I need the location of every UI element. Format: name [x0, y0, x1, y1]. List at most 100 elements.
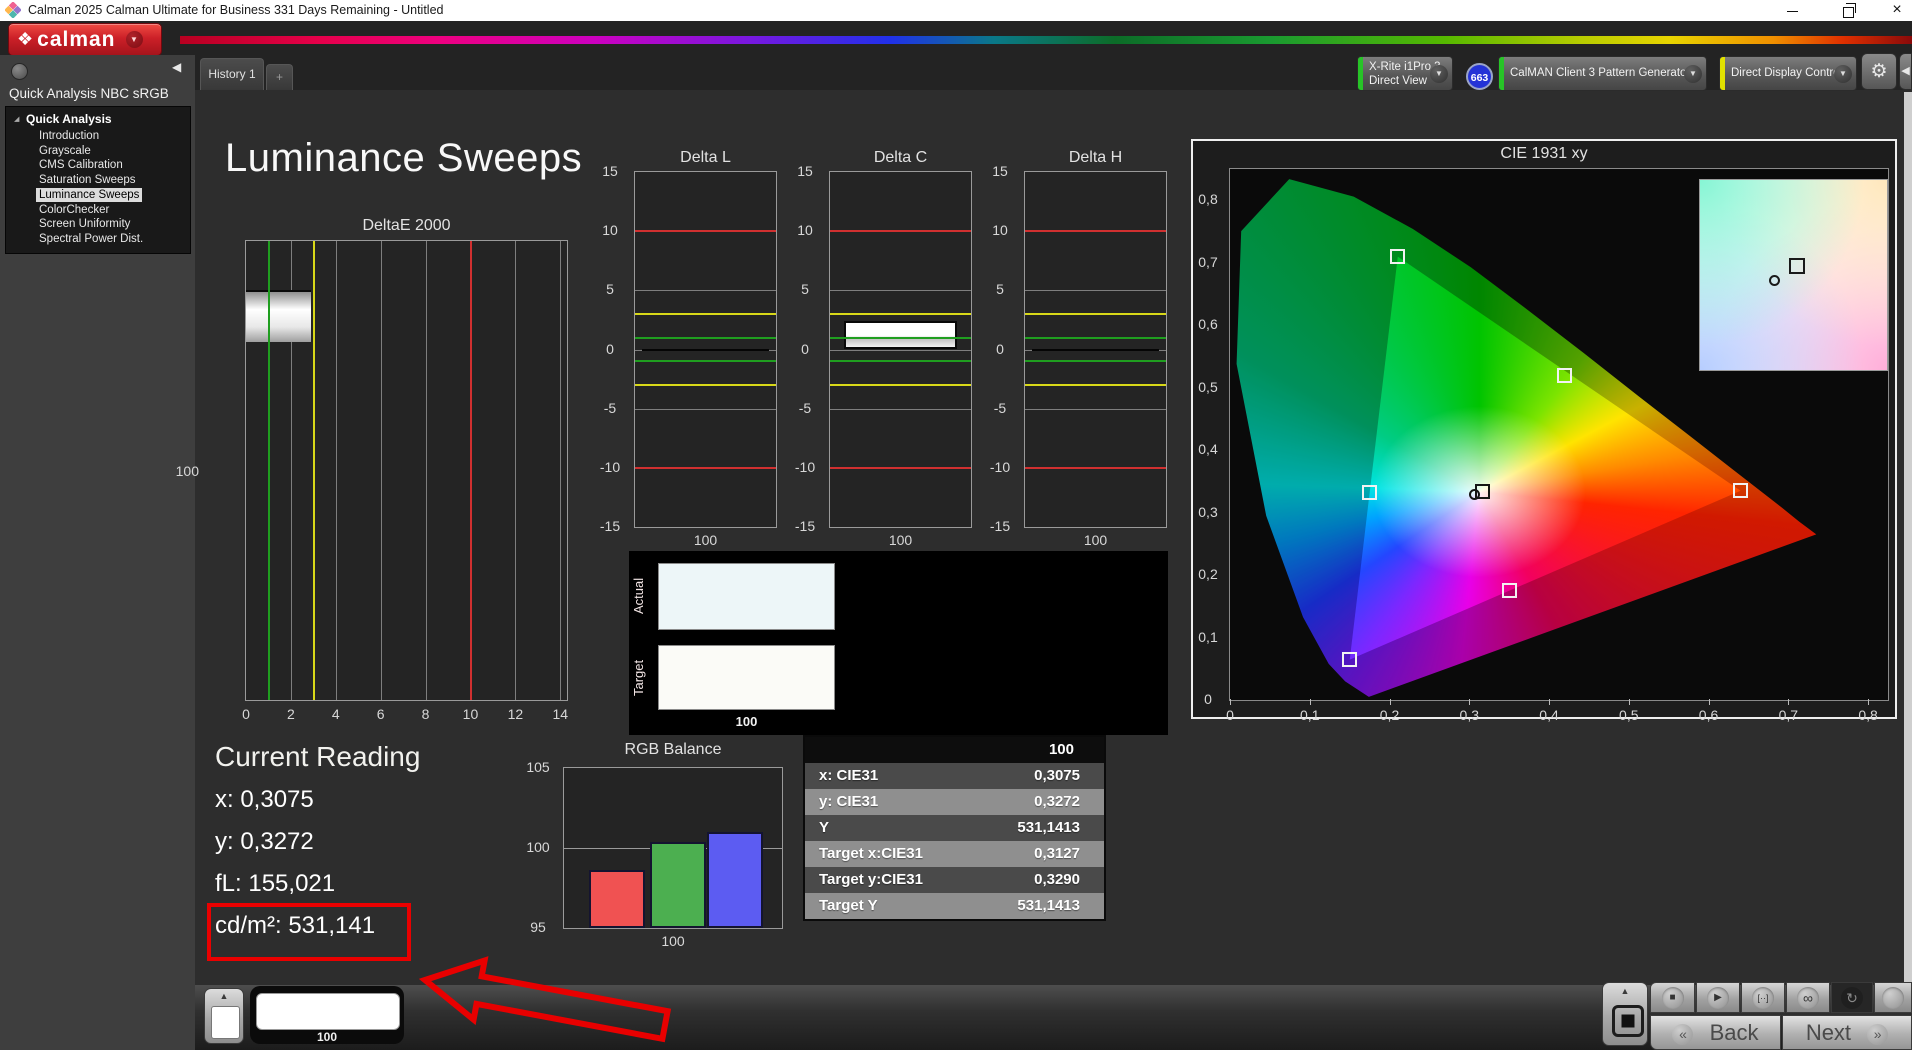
- reference-line: [830, 384, 971, 386]
- stop-button[interactable]: ■: [1650, 982, 1695, 1013]
- grid-line: [830, 290, 971, 291]
- refresh-icon: ↻: [1841, 987, 1863, 1009]
- tree-item-introduction[interactable]: Introduction: [36, 129, 102, 143]
- grid-line: [1025, 290, 1166, 291]
- deltae-chart-title: DeltaE 2000: [245, 217, 568, 235]
- current-reading-heading: Current Reading: [215, 741, 420, 773]
- tree-item-cms-calibration[interactable]: CMS Calibration: [36, 158, 126, 172]
- pattern-popup-button[interactable]: ▲: [204, 988, 244, 1044]
- tree-item-saturation-sweeps[interactable]: Saturation Sweeps: [36, 173, 139, 187]
- title-bar: Calman 2025 Calman Ultimate for Business…: [0, 0, 1912, 21]
- axis-tick-label: 0,3: [1453, 707, 1485, 723]
- pattern-preview-swatch: [211, 1006, 240, 1039]
- axis-tick-label: 0,4: [1192, 441, 1224, 457]
- restore-button[interactable]: [1828, 0, 1868, 21]
- next-button[interactable]: Next »: [1782, 1015, 1912, 1050]
- grid-line: [635, 290, 776, 291]
- close-button[interactable]: ×: [1877, 0, 1912, 21]
- table-row-value: 531,1413: [1017, 815, 1104, 841]
- reading-x: x: 0,3075: [215, 786, 314, 814]
- axis-tick-label: 0: [981, 341, 1019, 357]
- axis-tick-label: 0: [591, 341, 629, 357]
- cie-whitepoint-inset: [1699, 179, 1888, 371]
- blank-icon: [1882, 987, 1904, 1009]
- calman-menu-button[interactable]: ❖ calman ▼: [8, 23, 162, 56]
- axis-tick-label: 5: [786, 281, 824, 297]
- refresh-button[interactable]: ↻: [1831, 982, 1873, 1013]
- delta-c-chart: 151050-5-10-15: [829, 171, 972, 528]
- back-button[interactable]: « Back: [1650, 1015, 1781, 1050]
- page-title: Luminance Sweeps: [225, 136, 582, 181]
- play-button[interactable]: ▶: [1696, 982, 1740, 1013]
- axis-tick-label: 0,7: [1192, 254, 1224, 270]
- sidebar-collapse-button[interactable]: ◀: [172, 60, 181, 74]
- table-row: Y531,1413: [805, 815, 1104, 841]
- sidebar-dot-button[interactable]: [11, 63, 28, 80]
- extra-button[interactable]: [1874, 982, 1912, 1013]
- display-control-dropdown[interactable]: Direct Display Control ▼: [1719, 56, 1857, 91]
- chevron-down-icon: ▼: [126, 31, 143, 48]
- tree-item-colorchecker[interactable]: ColorChecker: [36, 203, 112, 217]
- settings-button[interactable]: ⚙: [1861, 53, 1897, 90]
- minimize-button[interactable]: [1772, 0, 1812, 21]
- display-status-bar: [1720, 57, 1725, 90]
- tick-mark: [1549, 699, 1550, 705]
- calman-logo-icon: ❖: [17, 29, 33, 50]
- tree-item-luminance-sweeps[interactable]: Luminance Sweeps: [36, 188, 142, 202]
- rgb-balance-xlabel: 100: [563, 933, 783, 949]
- cie-marker-square: [1733, 483, 1748, 498]
- deltae-chart: 02468101214: [245, 240, 568, 701]
- axis-tick-label: 95: [518, 919, 558, 935]
- tree-root-label[interactable]: Quick Analysis: [26, 112, 112, 126]
- collapse-panel-button[interactable]: ◀: [1899, 53, 1912, 90]
- table-row-label: Target Y: [805, 893, 878, 919]
- add-tab-button[interactable]: +: [266, 64, 293, 90]
- rainbow-accent-bar: [180, 36, 1912, 44]
- instrument-dropdown[interactable]: X-Rite i1Pro 3 Direct View ▼: [1357, 56, 1453, 91]
- tab-history-label: History 1: [208, 67, 255, 81]
- axis-tick-label: 0,8: [1852, 707, 1884, 723]
- cie-chart-title: CIE 1931 xy: [1193, 145, 1895, 163]
- axis-tick-label: -15: [786, 518, 824, 534]
- delta-zero-bar: [1032, 349, 1159, 351]
- axis-tick-label: -5: [981, 400, 1019, 416]
- delta-h-title: Delta H: [1024, 149, 1167, 167]
- cie-chart: 00,10,20,30,40,50,60,70,800,10,20,30,40,…: [1229, 168, 1889, 701]
- pattern-window-button[interactable]: ▲: [1602, 982, 1648, 1046]
- right-panel-handle[interactable]: [1904, 92, 1912, 985]
- instrument-mode: Direct View: [1369, 75, 1427, 88]
- pattern-generator-dropdown[interactable]: CalMAN Client 3 Pattern Generator ▼: [1498, 56, 1707, 91]
- actual-color-swatch: [658, 563, 835, 630]
- inset-marker-circle: [1769, 275, 1780, 286]
- reference-line: [1025, 337, 1166, 339]
- tree-item-grayscale[interactable]: Grayscale: [36, 144, 94, 158]
- table-row-label: x: CIE31: [805, 763, 878, 789]
- reading-fl: fL: 155,021: [215, 870, 335, 898]
- tree-expander-icon[interactable]: ◢: [14, 115, 19, 123]
- pattern-range-button[interactable]: [··]: [1741, 982, 1785, 1013]
- target-color-swatch: [658, 645, 835, 710]
- cie-marker-square: [1362, 485, 1377, 500]
- axis-tick-label: 0,5: [1613, 707, 1645, 723]
- tab-history-1[interactable]: History 1: [200, 58, 264, 90]
- axis-tick-label: 0,8: [1192, 191, 1224, 207]
- tree-item-spectral-power-dist-[interactable]: Spectral Power Dist.: [36, 232, 146, 246]
- tick-mark: [1788, 699, 1789, 705]
- workflow-tree: ◢ Quick Analysis IntroductionGrayscaleCM…: [5, 106, 191, 254]
- axis-tick-label: 2: [276, 706, 306, 722]
- reference-line: [1025, 467, 1166, 469]
- delta-l-chart: 151050-5-10-15: [634, 171, 777, 528]
- workflow-sidebar: ◀ Quick Analysis NBC sRGB ◢ Quick Analys…: [0, 55, 195, 1050]
- target-label: Target: [631, 643, 647, 713]
- table-row-value: 0,3127: [1034, 841, 1104, 867]
- continuous-measure-button[interactable]: ∞: [1786, 982, 1830, 1013]
- minimize-icon: [1787, 11, 1798, 13]
- current-pattern-swatch: [256, 993, 400, 1030]
- infinity-icon: ∞: [1797, 987, 1819, 1009]
- table-row-value: 0,3075: [1034, 763, 1104, 789]
- tick-mark: [1629, 699, 1630, 705]
- actual-target-panel: Actual Target 100: [629, 551, 1168, 735]
- display-control-name: Direct Display Control: [1731, 67, 1842, 80]
- tree-item-screen-uniformity[interactable]: Screen Uniformity: [36, 217, 133, 231]
- table-row: Target Y531,1413: [805, 893, 1104, 919]
